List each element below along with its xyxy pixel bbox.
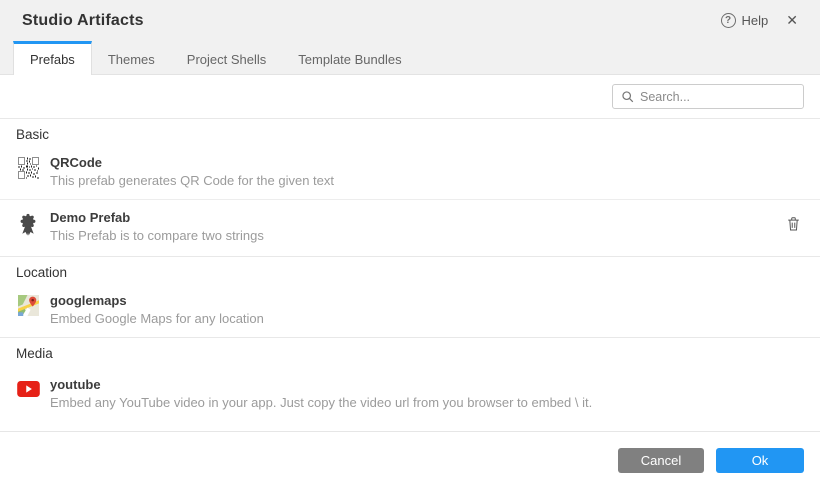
section-heading: Media	[0, 338, 820, 367]
section-basic: Basic	[0, 118, 820, 256]
section-heading: Location	[0, 257, 820, 286]
close-icon[interactable]: ✕	[782, 10, 802, 31]
googlemaps-icon	[16, 295, 40, 316]
cancel-button[interactable]: Cancel	[618, 448, 704, 473]
item-description: Embed Google Maps for any location	[50, 311, 804, 326]
item-title: youtube	[50, 377, 804, 392]
help-button[interactable]: ? Help	[721, 13, 769, 28]
section-heading: Basic	[0, 119, 820, 148]
section-media: Media youtube Embed any YouTube video in…	[0, 337, 820, 421]
item-description: This Prefab is to compare two strings	[50, 228, 783, 243]
prefab-list: Basic	[0, 118, 820, 431]
item-title: QRCode	[50, 155, 804, 170]
award-ribbon-icon	[16, 212, 40, 238]
help-question-icon: ?	[721, 13, 736, 28]
page-title: Studio Artifacts	[22, 12, 144, 30]
qrcode-icon	[16, 157, 40, 179]
list-item-googlemaps[interactable]: googlemaps Embed Google Maps for any loc…	[0, 286, 820, 337]
search-input[interactable]	[640, 90, 795, 104]
list-item-youtube[interactable]: youtube Embed any YouTube video in your …	[0, 367, 820, 421]
dialog-header: Studio Artifacts ? Help ✕	[0, 0, 820, 41]
list-item-demo-prefab[interactable]: Demo Prefab This Prefab is to compare tw…	[0, 199, 820, 256]
studio-artifacts-dialog: Studio Artifacts ? Help ✕ Prefabs Themes…	[0, 0, 820, 488]
tab-template-bundles[interactable]: Template Bundles	[282, 41, 417, 74]
section-location: Location googlemaps	[0, 256, 820, 337]
ok-button[interactable]: Ok	[716, 448, 804, 473]
dialog-footer: Cancel Ok	[0, 431, 820, 488]
trash-icon	[785, 215, 802, 233]
item-title: googlemaps	[50, 293, 804, 308]
youtube-icon	[16, 381, 40, 397]
search-box[interactable]	[612, 84, 804, 109]
tab-prefabs[interactable]: Prefabs	[13, 41, 92, 75]
search-icon	[621, 90, 634, 103]
tab-project-shells[interactable]: Project Shells	[171, 41, 282, 74]
help-label: Help	[742, 13, 769, 28]
item-description: This prefab generates QR Code for the gi…	[50, 173, 804, 188]
list-item-qrcode[interactable]: QRCode This prefab generates QR Code for…	[0, 148, 820, 199]
search-row	[0, 75, 820, 118]
delete-prefab-button[interactable]	[783, 213, 804, 240]
item-title: Demo Prefab	[50, 210, 783, 225]
tab-bar: Prefabs Themes Project Shells Template B…	[0, 41, 820, 75]
item-description: Embed any YouTube video in your app. Jus…	[50, 395, 804, 410]
tab-themes[interactable]: Themes	[92, 41, 171, 74]
